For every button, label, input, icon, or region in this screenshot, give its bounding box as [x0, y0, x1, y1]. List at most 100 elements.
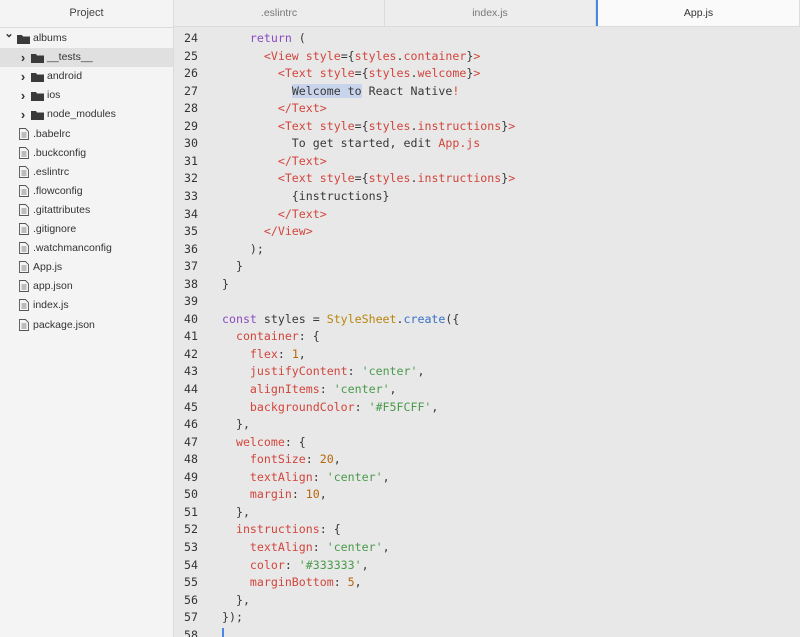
tab-eslintrc[interactable]: .eslintrc	[174, 0, 385, 26]
code-line: 49 textAlign: 'center',	[174, 469, 800, 487]
folder-icon	[17, 35, 30, 44]
line-number: 28	[184, 101, 198, 116]
code-line: 57});	[174, 609, 800, 627]
code-text: );	[222, 241, 264, 259]
code-text: return (	[222, 30, 306, 48]
code-token: instructions	[417, 118, 502, 133]
tab-index-js[interactable]: index.js	[385, 0, 596, 26]
tree-item-label: .babelrc	[33, 127, 71, 140]
line-number: 46	[184, 417, 198, 432]
code-token: container	[403, 48, 467, 63]
file-item[interactable]: .watchmanconfig	[0, 239, 173, 258]
file-item[interactable]: App.js	[0, 258, 173, 277]
code-line: 52 instructions: {	[174, 521, 800, 539]
file-item[interactable]: app.json	[0, 277, 173, 296]
chevron-right-icon[interactable]: ›	[18, 48, 28, 67]
folder-item[interactable]: › ios	[0, 86, 173, 105]
chevron-right-icon[interactable]: ›	[18, 105, 28, 124]
code-text: </View>	[222, 223, 313, 241]
code-token: To get started, edit	[222, 136, 439, 151]
tree-item-label: albums	[33, 32, 67, 44]
folder-icon	[31, 54, 44, 64]
code-text: <Text style={styles.instructions}>	[222, 118, 515, 136]
file-item[interactable]: .gitattributes	[0, 201, 173, 220]
chevron-down-icon[interactable]: ⌄	[4, 25, 14, 44]
chevron-right-icon[interactable]: ›	[18, 86, 28, 105]
code-text: backgroundColor: '#F5FCFF',	[222, 399, 438, 417]
code-token: {instructions}	[222, 188, 390, 203]
code-token: (	[291, 31, 306, 45]
line-number: 43	[184, 364, 198, 379]
code-token: ={	[354, 66, 369, 81]
folder-item[interactable]: › __tests__	[0, 48, 173, 68]
file-item[interactable]: .eslintrc	[0, 163, 173, 182]
code-editor[interactable]: 24 return (25 <View style={styles.contai…	[174, 27, 800, 637]
folder-item[interactable]: › node_modules	[0, 105, 173, 124]
line-number: 49	[184, 469, 198, 484]
code-token: style	[319, 118, 355, 133]
code-token: ={	[340, 48, 355, 63]
file-item[interactable]: .flowconfig	[0, 182, 173, 201]
code-token: .	[396, 48, 404, 63]
code-token: :	[354, 399, 369, 414]
code-line: 26 <Text style={styles.welcome}>	[174, 65, 800, 83]
code-text: },	[222, 592, 250, 610]
file-item[interactable]: package.json	[0, 316, 173, 335]
line-number: 36	[184, 241, 198, 256]
code-token: ,	[298, 346, 306, 361]
code-token: <Text	[277, 66, 320, 81]
folder-icon	[31, 92, 44, 102]
tab-app-js[interactable]: App.js	[596, 0, 800, 26]
code-line: 31 </Text>	[174, 153, 800, 171]
line-number: 30	[184, 136, 198, 151]
folder-item[interactable]: › android	[0, 67, 173, 86]
folder-item[interactable]: ⌄ albums	[0, 28, 173, 48]
code-line: 58	[174, 627, 800, 637]
code-text: }	[222, 258, 243, 276]
code-token: marginBottom	[249, 575, 334, 590]
sidebar-title: Project	[0, 0, 173, 28]
tree-item-label: ios	[47, 89, 61, 102]
file-item[interactable]: index.js	[0, 296, 173, 315]
line-number: 35	[184, 224, 198, 239]
line-number: 57	[184, 610, 198, 625]
code-token: 'center'	[326, 539, 383, 554]
line-number: 39	[184, 294, 198, 309]
file-icon	[19, 261, 29, 274]
file-icon	[19, 318, 29, 331]
code-token: .	[396, 311, 404, 326]
file-icon	[19, 223, 29, 235]
code-token: :	[312, 539, 327, 554]
selected-text: Welcome to	[291, 83, 362, 98]
file-item[interactable]: .buckconfig	[0, 144, 173, 163]
code-token: 1	[291, 346, 299, 361]
code-line: 29 <Text style={styles.instructions}>	[174, 118, 800, 136]
line-number: 54	[184, 557, 198, 572]
code-token: :	[333, 575, 348, 590]
code-text: fontSize: 20,	[222, 451, 341, 469]
code-token: },	[222, 504, 250, 519]
code-text: container: {	[222, 328, 320, 346]
tree-item-label: App.js	[33, 261, 63, 274]
line-number: 31	[184, 153, 198, 168]
code-token: App.js	[438, 136, 481, 151]
chevron-right-icon[interactable]: ›	[18, 67, 28, 86]
line-number: 29	[184, 118, 198, 133]
code-token: :	[347, 364, 362, 379]
code-token: ,	[361, 557, 369, 572]
file-item[interactable]: .gitignore	[0, 220, 173, 239]
code-text: });	[222, 609, 243, 627]
file-item[interactable]: .babelrc	[0, 125, 173, 144]
code-token: :	[277, 346, 292, 361]
code-token: 'center'	[333, 382, 390, 396]
code-text: <View style={styles.container}>	[222, 48, 480, 66]
code-text: margin: 10,	[222, 486, 327, 504]
code-token: styles	[368, 171, 411, 186]
code-token: color	[249, 557, 285, 572]
